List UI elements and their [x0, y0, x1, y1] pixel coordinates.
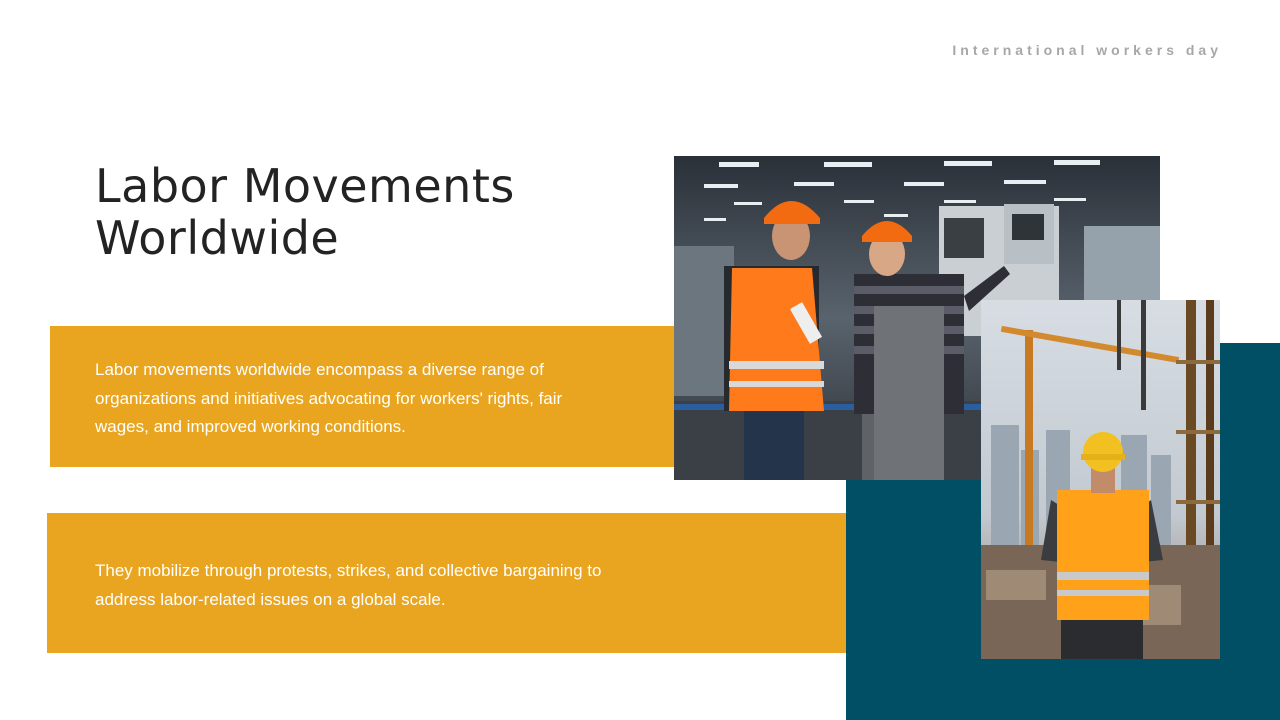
page-title-line-2: Worldwide [95, 211, 340, 265]
text-band-2: They mobilize through protests, strikes,… [47, 513, 846, 653]
header-tag: International workers day [952, 42, 1222, 58]
paragraph-1: Labor movements worldwide encompass a di… [95, 360, 563, 436]
paragraph-2: They mobilize through protests, strikes,… [95, 561, 602, 609]
page-title-line-1: Labor Movements [95, 159, 515, 213]
page-title: Labor Movements Worldwide [95, 160, 615, 264]
construction-worker-photo [981, 300, 1220, 659]
text-band-1: Labor movements worldwide encompass a di… [50, 326, 674, 467]
